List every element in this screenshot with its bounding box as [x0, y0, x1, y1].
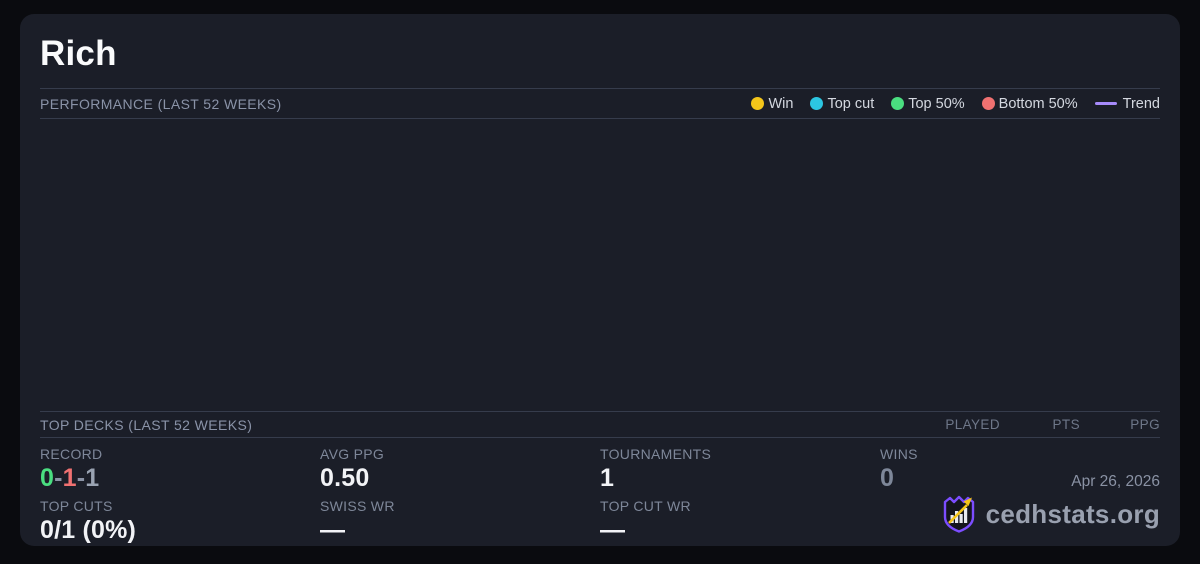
stat-top-cuts: TOP CUTS 0/1 (0%) [40, 497, 320, 546]
legend-item-top-50: Top 50% [891, 95, 965, 112]
bottom-50-dot-icon [981, 97, 995, 110]
tournaments-value: 1 [600, 464, 615, 493]
column-header-ppg: PPG [1130, 417, 1160, 432]
legend-label: Trend [1122, 95, 1160, 112]
stat-label: TOURNAMENTS [600, 446, 712, 462]
stat-top-cut-wr: TOP CUT WR — [600, 497, 880, 546]
performance-section-title: PERFORMANCE (LAST 52 WEEKS) [40, 95, 282, 112]
record-losses: 1 [62, 464, 77, 493]
column-header-pts: PTS [1052, 417, 1080, 432]
cedhstats-shield-logo-icon [943, 495, 974, 533]
player-name: Rich [40, 34, 117, 73]
swiss-wr-value: — [320, 516, 346, 545]
legend-item-win: Win [751, 96, 793, 112]
top-decks-section-title: TOP DECKS (LAST 52 WEEKS) [40, 416, 253, 433]
legend-item-bottom-50: Bottom 50% [981, 95, 1078, 112]
stat-label: TOP CUT WR [600, 498, 691, 514]
footer-date: Apr 26, 2026 [1071, 473, 1160, 490]
column-header-played: PLAYED [945, 417, 1000, 432]
brand-name: cedhstats.org [985, 498, 1160, 529]
record-value: 0-1-1 [40, 463, 320, 493]
record-separator: - [76, 464, 86, 493]
record-separator: - [54, 464, 63, 493]
legend-item-top-cut: Top cut [810, 96, 874, 112]
performance-chart-area [40, 119, 1160, 411]
record-wins: 0 [40, 464, 55, 493]
legend-label: Bottom 50% [998, 95, 1078, 112]
stat-label: RECORD [40, 446, 103, 462]
top-decks-column-headers: PLAYED PTS PPG [920, 417, 1160, 432]
chart-legend: Win Top cut Top 50% Bottom 50% Trend [751, 96, 1160, 112]
stat-record: RECORD 0-1-1 [40, 445, 320, 497]
legend-label: Win [768, 95, 794, 112]
stat-tournaments: TOURNAMENTS 1 [600, 445, 880, 497]
stat-avg-ppg: AVG PPG 0.50 [320, 445, 600, 497]
stat-label: SWISS WR [320, 498, 395, 514]
player-stats-card: Rich PERFORMANCE (LAST 52 WEEKS) Win Top… [20, 14, 1180, 546]
performance-header: PERFORMANCE (LAST 52 WEEKS) Win Top cut … [40, 89, 1160, 118]
record-draws: 1 [85, 464, 100, 493]
brand-link[interactable]: cedhstats.org [941, 494, 1160, 534]
top-cut-wr-value: — [600, 516, 626, 545]
top-cut-dot-icon [810, 97, 824, 110]
win-dot-icon [751, 97, 765, 110]
top-50-dot-icon [891, 97, 905, 110]
avg-ppg-value: 0.50 [320, 464, 370, 493]
stat-label: AVG PPG [320, 446, 385, 462]
stat-swiss-wr: SWISS WR — [320, 497, 600, 546]
top-decks-header: TOP DECKS (LAST 52 WEEKS) PLAYED PTS PPG [40, 412, 1160, 437]
stat-label: WINS [880, 446, 918, 462]
legend-label: Top cut [827, 95, 875, 112]
legend-label: Top 50% [908, 95, 965, 112]
legend-item-trend: Trend [1094, 95, 1160, 112]
top-cuts-value: 0/1 (0%) [40, 516, 137, 545]
trend-line-icon [1094, 102, 1117, 105]
stat-label: TOP CUTS [40, 498, 113, 514]
card-footer: Apr 26, 2026 cedhstats.org [941, 473, 1160, 534]
